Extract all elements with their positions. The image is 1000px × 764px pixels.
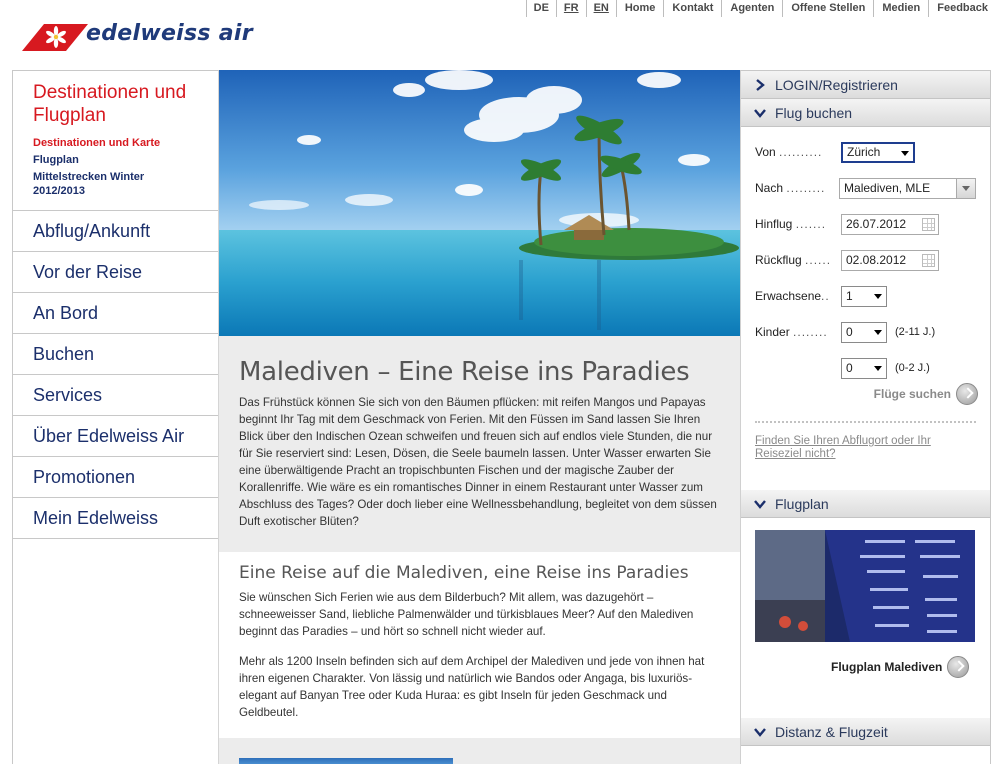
hinflug-label: Hinflug (755, 217, 793, 231)
top-navigation: DE FR EN Home Kontakt Agenten Offene Ste… (525, 0, 996, 17)
teaser-strip (219, 738, 740, 764)
nav-feedback[interactable]: Feedback (928, 0, 996, 17)
nav-promotionen[interactable]: Promotionen (13, 457, 218, 498)
find-destination-link[interactable]: Finden Sie Ihren Abflugort oder Ihr Reis… (755, 435, 960, 461)
arrow-right-icon (947, 656, 970, 678)
distanz-title: Distanz & Flugzeit (775, 723, 888, 740)
article-subtitle: Eine Reise auf die Malediven, eine Reise… (239, 563, 689, 583)
nav-medien[interactable]: Medien (873, 0, 928, 17)
nav-buchen[interactable]: Buchen (13, 334, 218, 375)
login-label: LOGIN/Registrieren (775, 76, 898, 93)
nav-vor-der-reise[interactable]: Vor der Reise (13, 252, 218, 293)
row-erwachsene: Erwachsene.. 1 (755, 285, 976, 307)
row-rueckflug: Rückflug ...... 02.08.2012 (755, 249, 976, 271)
login-panel-header[interactable]: LOGIN/Registrieren (741, 71, 990, 99)
departure-board-image[interactable] (755, 530, 975, 642)
kinder-hint: (2-11 J.) (895, 326, 936, 338)
right-sidebar: LOGIN/Registrieren Flug buchen Von .....… (740, 70, 991, 764)
lang-en[interactable]: EN (585, 0, 616, 17)
row-hinflug: Hinflug ....... 26.07.2012 (755, 213, 976, 235)
chevron-down-icon (754, 108, 766, 118)
erwachsene-label: Erwachsene (755, 289, 822, 303)
nach-label: Nach (755, 181, 784, 195)
row-kinder: Kinder ........ 0 (2-11 J.) (755, 321, 976, 343)
chevron-down-icon (754, 499, 766, 509)
search-flights-button[interactable]: Flüge suchen (874, 383, 978, 405)
nav-section-destinationen: Destinationen und Flugplan Destinationen… (13, 71, 218, 211)
brand-name: edelweiss air (86, 21, 253, 46)
nav-ueber-edelweiss[interactable]: Über Edelweiss Air (13, 416, 218, 457)
nav-abflug-ankunft[interactable]: Abflug/Ankunft (13, 211, 218, 252)
booking-panel-header[interactable]: Flug buchen (741, 99, 990, 127)
booking-form: Von .......... Zürich Nach ......... Mal… (741, 127, 990, 490)
infant-select[interactable]: 0 (841, 357, 887, 379)
chevron-down-icon (754, 727, 766, 737)
nav-active-title[interactable]: Destinationen und Flugplan (33, 81, 198, 127)
nach-dropdown-button[interactable] (956, 178, 975, 198)
subnav-destinationen-karte[interactable]: Destinationen und Karte (33, 136, 198, 150)
nav-agenten[interactable]: Agenten (721, 0, 782, 17)
flugplan-body: Flugplan Malediven (741, 518, 990, 718)
lang-de[interactable]: DE (525, 0, 556, 17)
nav-offene-stellen[interactable]: Offene Stellen (782, 0, 873, 17)
calendar-icon[interactable] (922, 253, 935, 267)
nav-home[interactable]: Home (615, 0, 664, 17)
article-section: Eine Reise auf die Malediven, eine Reise… (219, 552, 740, 738)
rueckflug-label: Rückflug (755, 253, 802, 267)
nav-an-bord[interactable]: An Bord (13, 293, 218, 334)
article-paragraph-2: Mehr als 1200 Inseln befinden sich auf d… (239, 655, 705, 719)
divider (755, 421, 976, 423)
hero-image (219, 70, 740, 336)
flugplan-malediven-link[interactable]: Flugplan Malediven (831, 656, 970, 678)
row-infant: 0 (0-2 J.) (755, 357, 976, 379)
arrow-right-icon (956, 383, 978, 405)
flugplan-title: Flugplan (775, 495, 829, 512)
subnav-flugplan[interactable]: Flugplan (33, 153, 198, 167)
rueckflug-date-input[interactable]: 02.08.2012 (841, 249, 939, 271)
left-navigation: Destinationen und Flugplan Destinationen… (12, 70, 219, 764)
lang-fr[interactable]: FR (555, 0, 586, 17)
kinder-select[interactable]: 0 (841, 321, 887, 343)
nav-kontakt[interactable]: Kontakt (663, 0, 721, 17)
booking-title: Flug buchen (775, 104, 853, 121)
edelweiss-logo[interactable]: edelweiss air (22, 20, 282, 54)
row-nach: Nach ......... Malediven, MLE (755, 177, 976, 199)
intro-text: Das Frühstück können Sie sich von den Bä… (239, 396, 717, 528)
von-select[interactable]: Zürich (841, 141, 915, 163)
article-paragraph-1: Sie wünschen Sich Ferien wie aus dem Bil… (239, 591, 694, 638)
erwachsene-select[interactable]: 1 (841, 285, 887, 307)
von-label: Von (755, 145, 776, 159)
nav-mein-edelweiss[interactable]: Mein Edelweiss (13, 498, 218, 539)
hinflug-date-input[interactable]: 26.07.2012 (841, 213, 939, 235)
intro-section: Malediven – Eine Reise ins Paradies Das … (219, 336, 740, 552)
row-von: Von .......... Zürich (755, 141, 976, 163)
calendar-icon[interactable] (922, 217, 935, 231)
subnav-mittelstrecken[interactable]: Mittelstrecken Winter 2012/2013 (33, 170, 198, 198)
nav-services[interactable]: Services (13, 375, 218, 416)
distanz-panel-header[interactable]: Distanz & Flugzeit (741, 718, 990, 746)
teaser-image[interactable] (239, 758, 453, 764)
kinder-label: Kinder (755, 325, 790, 339)
page-title: Malediven – Eine Reise ins Paradies (239, 357, 690, 387)
main-content: Malediven – Eine Reise ins Paradies Das … (219, 70, 740, 764)
nach-select[interactable]: Malediven, MLE (839, 177, 976, 199)
edelweiss-flower-icon (22, 24, 88, 51)
chevron-right-icon (756, 78, 765, 91)
infant-hint: (0-2 J.) (895, 362, 930, 374)
flugplan-panel-header[interactable]: Flugplan (741, 490, 990, 518)
